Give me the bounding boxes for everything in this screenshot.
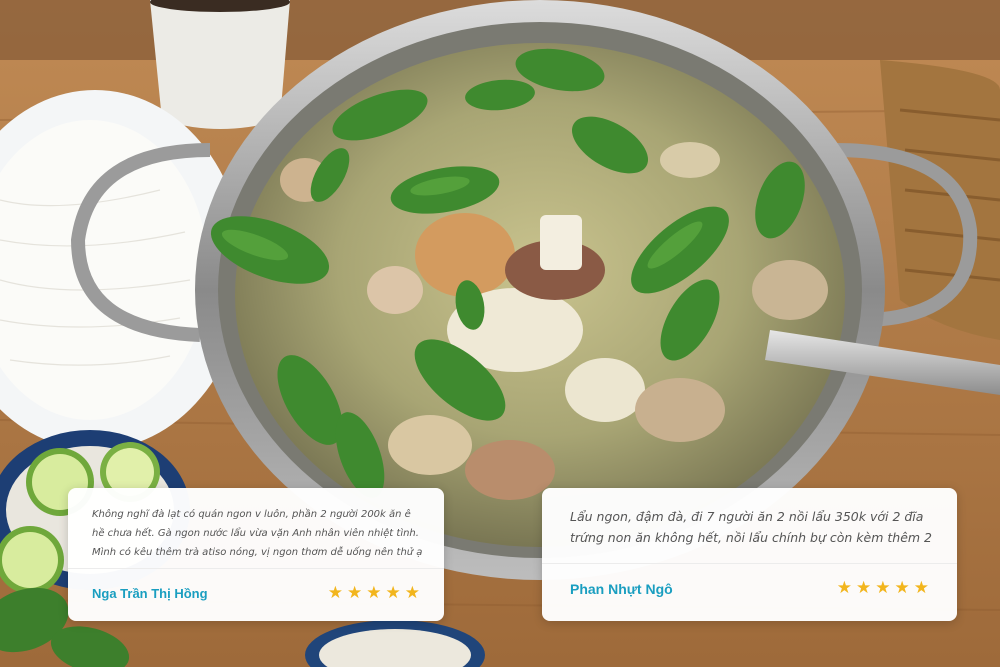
star-icon: ★	[347, 583, 363, 603]
star-icon: ★	[366, 583, 382, 603]
review-card-2: Lẩu ngon, đậm đà, đi 7 người ăn 2 nồi lẩ…	[542, 488, 957, 621]
review-card-1: Không nghĩ đà lạt có quán ngon v luôn, p…	[68, 488, 444, 621]
star-icon: ★	[404, 583, 420, 603]
divider	[542, 563, 957, 564]
star-icon: ★	[913, 578, 929, 598]
star-rating: ★ ★ ★ ★ ★	[328, 585, 420, 602]
star-icon: ★	[385, 583, 401, 603]
divider	[68, 568, 444, 569]
star-icon: ★	[856, 578, 872, 598]
star-icon: ★	[894, 578, 910, 598]
star-icon: ★	[327, 583, 343, 603]
reviewer-name: Phan Nhựt Ngô	[570, 581, 673, 597]
review-text: Không nghĩ đà lạt có quán ngon v luôn, p…	[92, 509, 423, 558]
review-text: Lẩu ngon, đậm đà, đi 7 người ăn 2 nồi lẩ…	[570, 509, 932, 545]
glass-icon	[150, 0, 290, 129]
star-rating: ★ ★ ★ ★ ★	[837, 580, 929, 597]
reviewer-name: Nga Trần Thị Hồng	[92, 586, 208, 601]
star-icon: ★	[836, 578, 852, 598]
star-icon: ★	[875, 578, 891, 598]
